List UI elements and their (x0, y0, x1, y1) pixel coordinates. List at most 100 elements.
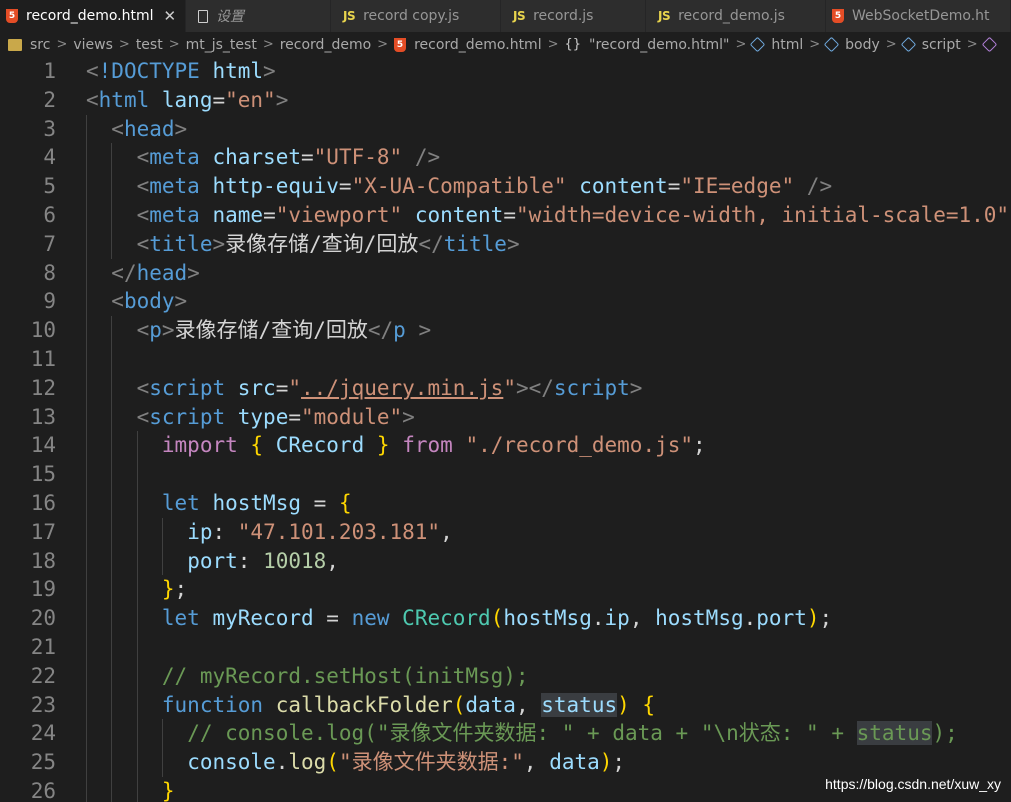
code-token: < (136, 404, 150, 429)
indent-guide (111, 373, 113, 403)
indent-guide (111, 546, 113, 576)
code-token: </ (367, 318, 394, 343)
indent-guide (111, 517, 113, 547)
braces-icon: {} (564, 37, 582, 52)
line-number: 11 (30, 346, 56, 371)
breadcrumb-item[interactable]: test (136, 37, 163, 53)
code-token: meta (149, 174, 200, 199)
code-token: , (440, 519, 453, 544)
code-token: !DOCTYPE (98, 59, 200, 83)
code-token: html (98, 87, 150, 112)
code-token: = (503, 202, 516, 227)
code-token: name (212, 202, 264, 227)
cube-icon (981, 36, 997, 53)
code-line: 11 (0, 344, 1011, 374)
breadcrumb-item[interactable]: mt_js_test (186, 37, 257, 53)
indent-guide (136, 460, 138, 489)
chevron-right-icon: > (735, 37, 747, 52)
code-text: <head> (111, 115, 187, 144)
indent-guide (86, 344, 87, 374)
code-token: hostMsg (212, 490, 301, 515)
code-token: status (541, 692, 618, 717)
breadcrumb-item[interactable]: body (823, 37, 880, 53)
code-line: 15 (0, 460, 1011, 489)
indent-guide (86, 258, 87, 288)
line-number: 8 (43, 260, 56, 285)
code-line: 24 // console.log("录像文件夹数据: " + data + "\… (0, 719, 1011, 749)
tab-0[interactable]: 5 record_demo.html ✕ (0, 0, 186, 32)
indent-guide (86, 719, 87, 749)
line-number: 21 (30, 634, 56, 659)
tab-3[interactable]: JS record.js (501, 0, 646, 32)
tab-1[interactable]: 设置 (186, 0, 331, 32)
code-token: ../jquery.min.js (301, 375, 504, 400)
breadcrumb-item[interactable]: html (750, 36, 804, 53)
code-token: meta (149, 202, 200, 227)
breadcrumb-label: html (771, 36, 804, 53)
indent-guide (111, 690, 113, 720)
tab-5[interactable]: 5 WebSocketDemo.ht (826, 0, 1011, 32)
indent-guide (86, 143, 87, 173)
indent-guide (86, 546, 87, 576)
chevron-right-icon: > (885, 37, 897, 52)
chevron-right-icon: > (809, 37, 821, 52)
close-icon[interactable]: ✕ (164, 7, 177, 25)
indent-guide (86, 431, 87, 461)
tab-4[interactable]: JS record_demo.js (646, 0, 826, 32)
indent-guide (86, 661, 87, 691)
breadcrumb-item[interactable]: src (8, 37, 50, 53)
code-token: ( (490, 606, 504, 631)
cube-icon (750, 36, 766, 53)
tab-2[interactable]: JS record copy.js (331, 0, 501, 32)
code-token: > (506, 231, 520, 256)
code-token: lang (161, 87, 213, 112)
code-line: 10 <p>录像存储/查询/回放</p > (0, 316, 1011, 345)
code-line: 6 <meta name="viewport" content="width=de… (0, 200, 1011, 230)
breadcrumb-item[interactable]: views (73, 37, 113, 53)
code-token: "./record_demo.js" (465, 433, 694, 458)
code-token: . (743, 606, 757, 631)
indent-guide (161, 517, 163, 547)
code-token: body (123, 289, 175, 314)
indent-guide (111, 402, 113, 432)
code-token: = (263, 202, 276, 227)
indent-guide (86, 287, 87, 317)
breadcrumb-label: "record_demo.html" (589, 36, 730, 53)
code-token: "en" (225, 87, 276, 112)
code-token: CRecord (402, 606, 491, 631)
indent-guide (136, 690, 138, 720)
line-number: 18 (30, 548, 56, 573)
indent-guide (86, 488, 87, 518)
chevron-right-icon: > (547, 37, 559, 52)
js-icon: JS (343, 9, 356, 23)
breadcrumb-item[interactable]: record_demo (280, 37, 371, 53)
folder-icon (8, 38, 22, 51)
line-number: 14 (30, 433, 56, 458)
code-token: CRecord (275, 433, 365, 458)
code-token: script (149, 375, 226, 400)
breadcrumb-item[interactable]: script (900, 37, 961, 53)
code-token: // console.log("录像文件夹数据: " + data + "\n状… (187, 721, 857, 746)
indent-guide (136, 517, 138, 547)
code-token: = (212, 87, 226, 112)
code-token: = (338, 174, 352, 199)
breadcrumb-label: views (73, 36, 113, 53)
code-token: < (136, 145, 150, 170)
code-text: <title>录像存储/查询/回放</title> (137, 230, 520, 259)
code-token: ></ (515, 375, 554, 400)
indent-guide (86, 373, 87, 403)
indent-guide (111, 575, 113, 605)
breadcrumb-item[interactable]: 5 record_demo.html (394, 37, 542, 53)
breadcrumb-label: src (30, 36, 51, 53)
line-number: 22 (30, 663, 56, 688)
breadcrumb-item[interactable]: {} "record_demo.html" (565, 37, 730, 53)
code-token: "IE=edge" (680, 174, 795, 199)
code-editor[interactable]: 1 <!DOCTYPE html> 2 <html lang="en"> 3 <head>… (0, 57, 1011, 802)
